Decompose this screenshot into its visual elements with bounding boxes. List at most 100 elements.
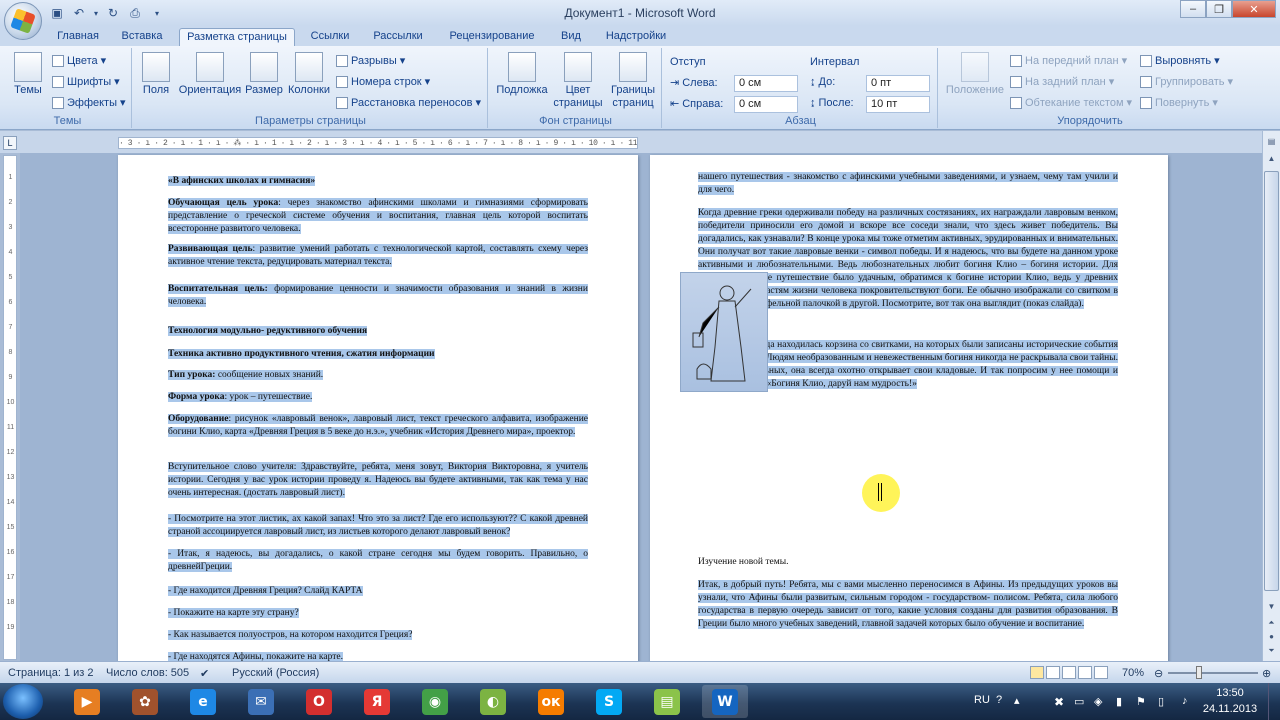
network-tray-icon[interactable]: ▭ (1074, 695, 1084, 708)
show-desktop-button[interactable] (1268, 683, 1280, 720)
themes-button[interactable]: Темы (8, 52, 48, 97)
signal-tray-icon[interactable]: ▮ (1116, 695, 1122, 708)
vertical-ruler[interactable]: 1 2 3 4 5 6 7 8 9 10 11 12 13 14 15 16 17 18 19 (3, 155, 17, 660)
tab-mailings[interactable]: Рассылки (366, 28, 430, 46)
page-count[interactable]: Страница: 1 из 2 (8, 667, 94, 679)
breaks-button[interactable]: Разрывы ▾ (336, 54, 405, 67)
vertical-scrollbar[interactable]: ▤ ▲ ▼ ⏶ ● ⏷ (1262, 131, 1280, 661)
hyphenation-button[interactable]: Расстановка переносов ▾ (336, 96, 481, 109)
language[interactable]: Русский (Россия) (232, 667, 319, 679)
horizontal-ruler-left[interactable]: · 3 · ı · 2 · ı · 1 · ı · ⁂ · ı · 1 · ı … (118, 137, 638, 149)
page1-paragraph[interactable]: Развивающая цель: развитие умений работа… (168, 243, 588, 269)
size-button[interactable]: Размер (244, 52, 284, 97)
tab-references[interactable]: Ссылки (304, 28, 356, 46)
show-hidden-icons-icon[interactable]: ▴ (1014, 694, 1020, 707)
page1-paragraph[interactable]: Технология модульно- редуктивного обучен… (168, 325, 588, 338)
dropdown-arrow-icon[interactable]: ▾ (92, 4, 100, 22)
battery-tray-icon[interactable]: ▯ (1158, 695, 1164, 708)
page2-paragraph[interactable]: Изучение новой темы. (698, 556, 1118, 569)
send-back-button[interactable]: На задний план ▾ (1010, 75, 1114, 88)
tab-review[interactable]: Рецензирование (440, 28, 544, 46)
office-button[interactable] (4, 2, 42, 40)
minimize-button[interactable]: – (1180, 0, 1206, 18)
spacing-before-input[interactable]: 0 пт (866, 75, 930, 92)
redo-icon[interactable]: ↻ (104, 4, 122, 22)
align-button[interactable]: Выровнять ▾ (1140, 54, 1220, 67)
page1-paragraph[interactable]: Форма урока: урок – путешествие. (168, 391, 588, 404)
ruler-toggle-icon[interactable]: ▤ (1264, 134, 1279, 149)
clock-time[interactable]: 13:50 (1206, 687, 1254, 699)
taskbar-item[interactable]: ✿ (122, 685, 168, 718)
taskbar-item[interactable]: S (586, 685, 632, 718)
page-2[interactable]: нашего путешествия - знакомство с афинск… (650, 155, 1168, 661)
zoom-level[interactable]: 70% (1122, 667, 1144, 679)
scroll-down-icon[interactable]: ▼ (1264, 599, 1279, 614)
page1-paragraph[interactable]: - Покажите на карте эту страну? (168, 607, 588, 620)
page1-paragraph[interactable]: - Итак, я надеюсь, вы догадались, о како… (168, 548, 588, 574)
effects-button[interactable]: Эффекты ▾ (52, 96, 126, 109)
flag-tray-icon[interactable]: ⚑ (1136, 695, 1146, 708)
antivirus-tray-icon[interactable]: ✖ (1054, 695, 1064, 709)
page2-paragraph[interactable]: нашего путешествия - знакомство с афинск… (698, 171, 1118, 197)
zoom-slider[interactable] (1168, 672, 1258, 674)
tab-selector-icon[interactable]: L (3, 136, 17, 150)
margins-button[interactable]: Поля (140, 52, 172, 97)
close-button[interactable]: ✕ (1232, 0, 1276, 18)
page1-paragraph[interactable]: - Где находятся Афины, покажите на карте… (168, 651, 588, 661)
page1-paragraph[interactable]: Техника активно продуктивного чтения, сж… (168, 348, 588, 361)
spellcheck-icon[interactable]: ✔ (200, 667, 209, 680)
clock-date[interactable]: 24.11.2013 (1202, 703, 1258, 715)
start-button[interactable] (3, 684, 43, 719)
fonts-button[interactable]: Шрифты ▾ (52, 75, 120, 88)
page1-paragraph[interactable]: Вступительное слово учителя: Здравствуйт… (168, 461, 588, 500)
speaker-tray-icon[interactable]: ♪ (1182, 695, 1188, 707)
taskbar-item[interactable]: ◐ (470, 685, 516, 718)
print-icon[interactable]: ⎙ (126, 4, 144, 22)
page1-paragraph[interactable]: Обучающая цель урока: через знакомство а… (168, 197, 588, 236)
group-objects-button[interactable]: Группировать ▾ (1140, 75, 1233, 88)
word-count[interactable]: Число слов: 505 (106, 667, 189, 679)
taskbar-item[interactable]: e (180, 685, 226, 718)
indent-left-input[interactable]: 0 см (734, 75, 798, 92)
save-icon[interactable]: ▣ (48, 4, 66, 22)
spacing-after-input[interactable]: 10 пт (866, 96, 930, 113)
indent-right-input[interactable]: 0 см (734, 96, 798, 113)
page1-paragraph[interactable]: Воспитательная цель: формирование ценнос… (168, 283, 588, 309)
columns-button[interactable]: Колонки (286, 52, 332, 97)
web-layout-icon[interactable] (1062, 666, 1076, 679)
taskbar-item[interactable]: ✉ (238, 685, 284, 718)
colors-button[interactable]: Цвета ▾ (52, 54, 106, 67)
text-wrap-button[interactable]: Обтекание текстом ▾ (1010, 96, 1132, 109)
taskbar-item[interactable]: Я (354, 685, 400, 718)
volume-tray-icon[interactable]: ◈ (1094, 695, 1102, 708)
undo-icon[interactable]: ↶ (70, 4, 88, 22)
line-numbers-button[interactable]: Номера строк ▾ (336, 75, 430, 88)
taskbar-item[interactable]: O (296, 685, 342, 718)
tab-page-layout[interactable]: Разметка страницы (179, 28, 295, 46)
page1-paragraph[interactable]: - Где находится Древняя Греция? Слайд КА… (168, 585, 588, 598)
page1-paragraph[interactable]: Оборудование: рисунок «лавровый венок», … (168, 413, 588, 439)
tab-view[interactable]: Вид (554, 28, 588, 46)
tab-insert[interactable]: Вставка (114, 28, 170, 46)
customize-toolbar-icon[interactable]: ▾ (148, 4, 166, 22)
page1-paragraph[interactable]: - Посмотрите на этот листик, ах какой за… (168, 513, 588, 539)
zoom-out-icon[interactable]: ⊖ (1154, 667, 1163, 680)
next-page-icon[interactable]: ⏷ (1264, 643, 1279, 658)
outline-icon[interactable] (1078, 666, 1092, 679)
clio-goddess-image[interactable] (680, 272, 768, 392)
bring-front-button[interactable]: На передний план ▾ (1010, 54, 1127, 67)
page-color-button[interactable]: Цвет страницы (550, 52, 606, 110)
watermark-button[interactable]: Подложка (494, 52, 550, 97)
zoom-in-icon[interactable]: ⊕ (1262, 667, 1271, 680)
page-borders-button[interactable]: Границы страниц (606, 52, 660, 110)
taskbar-item[interactable]: ◉ (412, 685, 458, 718)
scroll-thumb[interactable] (1264, 171, 1279, 591)
page-1[interactable]: «В афинских школах и гимнасия» Обучающая … (118, 155, 638, 661)
prev-page-icon[interactable]: ⏶ (1264, 615, 1279, 630)
taskbar-item[interactable]: ▶ (64, 685, 110, 718)
restore-button[interactable]: ❐ (1206, 0, 1232, 18)
draft-icon[interactable] (1094, 666, 1108, 679)
print-layout-icon[interactable] (1030, 666, 1044, 679)
help-tray-icon[interactable]: ? (996, 694, 1002, 706)
tab-addins[interactable]: Надстройки (598, 28, 674, 46)
